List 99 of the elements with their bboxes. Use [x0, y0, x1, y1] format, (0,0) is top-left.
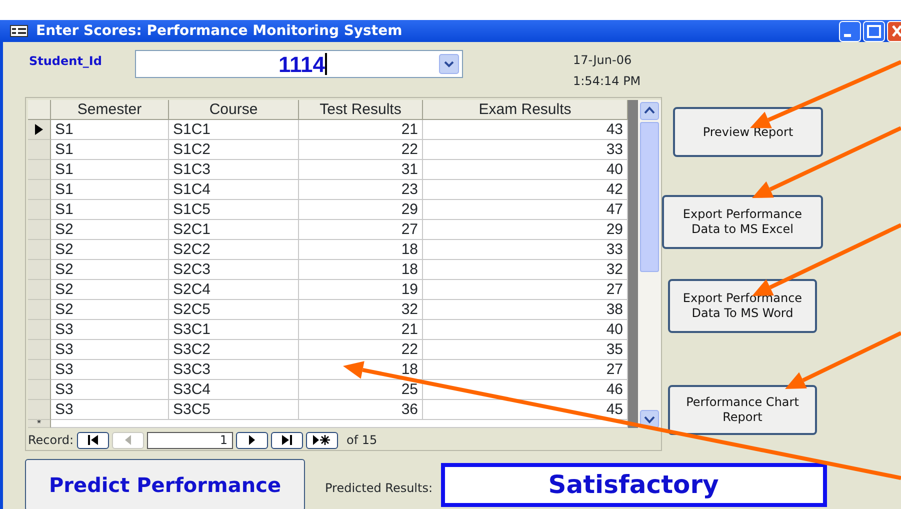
- report-button[interactable]: Performance Chart Report: [668, 385, 817, 435]
- table-cell: S2: [51, 240, 169, 260]
- table-cell: S2C2: [169, 240, 299, 260]
- table-cell: S3C1: [169, 320, 299, 340]
- table-cell: S2C5: [169, 300, 299, 320]
- table-cell: 29: [423, 220, 628, 240]
- table-cell: 38: [423, 300, 628, 320]
- scroll-thumb[interactable]: [640, 122, 659, 272]
- last-record-button[interactable]: [270, 432, 303, 448]
- table-cell: 32: [423, 260, 628, 280]
- table-cell: S2: [51, 300, 169, 320]
- table-cell: 23: [299, 180, 423, 200]
- table-cell: 32: [299, 300, 423, 320]
- table-cell: S1C5: [169, 200, 299, 220]
- table-cell: 27: [423, 280, 628, 300]
- table-cell: S2C3: [169, 260, 299, 280]
- table-cell: 27: [299, 220, 423, 240]
- table-cell: S2C1: [169, 220, 299, 240]
- table-cell: S1: [51, 200, 169, 220]
- column-header: Test Results: [299, 100, 423, 120]
- table-cell: S3C5: [169, 400, 299, 420]
- table-cell: 31: [299, 160, 423, 180]
- record-number-field[interactable]: 1: [146, 432, 233, 448]
- dropdown-icon[interactable]: [439, 54, 459, 74]
- table-cell: 25: [299, 380, 423, 400]
- close-icon[interactable]: [887, 20, 901, 42]
- table-cell: S3: [51, 400, 169, 420]
- scroll-down-icon[interactable]: [640, 410, 659, 428]
- table-cell: 21: [299, 120, 423, 140]
- table-cell: 40: [423, 160, 628, 180]
- predicted-result-field: Satisfactory: [440, 463, 827, 507]
- table-cell: S2: [51, 220, 169, 240]
- first-record-button[interactable]: [76, 432, 109, 448]
- table-cell: 42: [423, 180, 628, 200]
- report-button[interactable]: Export Performance Data To MS Word: [668, 279, 817, 333]
- table-cell: S1C1: [169, 120, 299, 140]
- table-cell: S3: [51, 340, 169, 360]
- new-record-icon: [312, 435, 332, 445]
- table-cell: 27: [423, 360, 628, 380]
- table-cell: S3: [51, 380, 169, 400]
- table-cell: 21: [299, 320, 423, 340]
- next-icon: [246, 435, 257, 445]
- table-cell: 33: [423, 140, 628, 160]
- next-record-button[interactable]: [236, 432, 268, 448]
- table-cell: 46: [423, 380, 628, 400]
- table-cell: 36: [299, 400, 423, 420]
- column-header: Semester: [51, 100, 169, 120]
- table-cell: 47: [423, 200, 628, 220]
- table-cell: S1C4: [169, 180, 299, 200]
- student-id-label: Student_Id: [28, 53, 103, 70]
- form-icon: [10, 25, 28, 37]
- first-icon: [86, 435, 100, 445]
- record-count: of 15: [346, 432, 378, 449]
- table-cell: S3C3: [169, 360, 299, 380]
- table-cell: 29: [299, 200, 423, 220]
- time-text: 1:54:14 PM: [573, 73, 641, 90]
- table-cell: S3: [51, 320, 169, 340]
- maximize-icon[interactable]: [863, 20, 885, 42]
- table-cell: 18: [299, 240, 423, 260]
- student-id-combo[interactable]: 1114: [135, 50, 463, 78]
- table-cell: 19: [299, 280, 423, 300]
- date-text: 17-Jun-06: [573, 52, 633, 69]
- table-cell: S1: [51, 140, 169, 160]
- table-cell: 40: [423, 320, 628, 340]
- table-cell: 22: [299, 140, 423, 160]
- table-cell: S3C2: [169, 340, 299, 360]
- last-icon: [280, 435, 294, 445]
- table-cell: 45: [423, 400, 628, 420]
- window-title: Enter Scores: Performance Monitoring System: [36, 22, 402, 40]
- table-cell: S2: [51, 280, 169, 300]
- select-all-corner: [28, 100, 51, 120]
- record-selector[interactable]: [28, 120, 51, 140]
- current-record-icon: [35, 124, 43, 135]
- table-cell: S1: [51, 160, 169, 180]
- table-cell: 22: [299, 340, 423, 360]
- table-cell: S3: [51, 360, 169, 380]
- report-button[interactable]: Preview Report: [673, 107, 823, 157]
- new-record-button[interactable]: [306, 432, 338, 448]
- table-cell: S3C4: [169, 380, 299, 400]
- record-label: Record:: [28, 432, 74, 449]
- table-cell: S1: [51, 180, 169, 200]
- table-cell: 33: [423, 240, 628, 260]
- table-cell: S2: [51, 260, 169, 280]
- previous-icon: [122, 435, 133, 445]
- table-cell: 35: [423, 340, 628, 360]
- predict-performance-button[interactable]: Predict Performance: [25, 459, 305, 509]
- predicted-results-label: Predicted Results:: [325, 480, 433, 497]
- report-button[interactable]: Export Performance Data to MS Excel: [662, 195, 823, 249]
- column-header: Course: [169, 100, 299, 120]
- column-header: Exam Results: [423, 100, 628, 120]
- minimize-icon[interactable]: [839, 20, 861, 42]
- table-cell: S2C4: [169, 280, 299, 300]
- table-cell: 18: [299, 260, 423, 280]
- scroll-up-icon[interactable]: [640, 102, 659, 120]
- table-cell: S1C2: [169, 140, 299, 160]
- scrollbar[interactable]: [638, 100, 661, 428]
- table-cell: S1: [51, 120, 169, 140]
- table-cell: 43: [423, 120, 628, 140]
- table-cell: S1C3: [169, 160, 299, 180]
